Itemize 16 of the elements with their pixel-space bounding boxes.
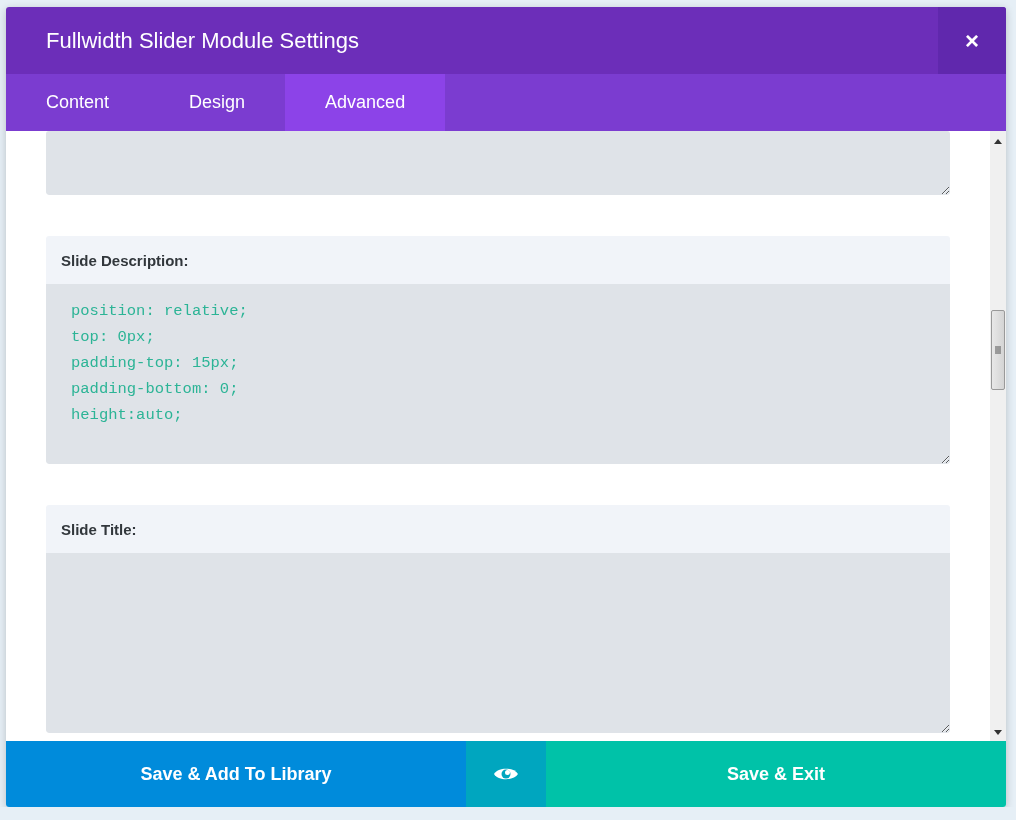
- field-label: Slide Title:: [46, 505, 950, 553]
- preview-button[interactable]: [466, 741, 546, 807]
- tab[interactable]: Advanced: [285, 74, 446, 131]
- scrollbar[interactable]: [990, 131, 1006, 741]
- scroll-down-icon[interactable]: [994, 730, 1002, 735]
- tab[interactable]: Design: [149, 74, 286, 131]
- css-field[interactable]: [46, 131, 950, 195]
- field-label: Slide Description:: [46, 236, 950, 284]
- close-button[interactable]: ×: [938, 7, 1006, 74]
- grip-icon: [995, 346, 1001, 354]
- scroll-up-icon[interactable]: [994, 139, 1002, 144]
- tab[interactable]: Content: [6, 74, 150, 131]
- save-to-library-button[interactable]: Save & Add To Library: [6, 741, 466, 807]
- css-field[interactable]: [46, 553, 950, 733]
- scroll-thumb[interactable]: [991, 310, 1005, 390]
- window-title: Fullwidth Slider Module Settings: [45, 26, 361, 55]
